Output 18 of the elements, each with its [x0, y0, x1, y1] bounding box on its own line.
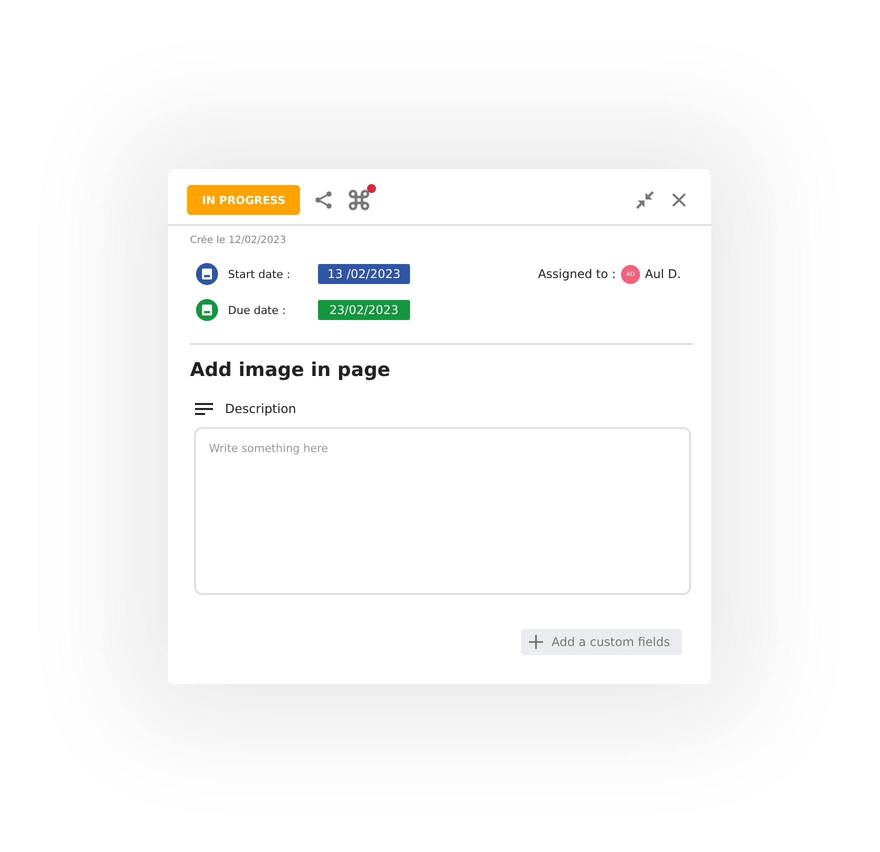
date-label: Due date : — [228, 304, 287, 316]
assignee-name: Aul D. — [644, 267, 681, 281]
share-icon[interactable] — [314, 190, 334, 210]
plus-icon — [528, 635, 543, 649]
created-date: Crée le 12/02/2023 — [190, 235, 288, 246]
description-label: Description — [225, 401, 296, 416]
task-title: Add image in page — [190, 359, 392, 381]
date-field[interactable]: 13 /02/2023 — [318, 264, 410, 284]
description-field[interactable]: Write something here — [194, 427, 691, 595]
collapse-icon[interactable] — [635, 190, 655, 210]
command-icon[interactable] — [348, 189, 370, 211]
date-label: Start date : — [228, 268, 292, 280]
close-icon[interactable] — [671, 192, 687, 208]
assigned-label: Assigned to : — [538, 267, 616, 281]
text-lines-icon — [195, 402, 213, 414]
date-field[interactable]: 23/02/2023 — [318, 300, 410, 320]
add-field-button[interactable]: Add a custom fields — [520, 629, 682, 655]
status-button[interactable]: IN PROGRESS — [187, 185, 300, 215]
